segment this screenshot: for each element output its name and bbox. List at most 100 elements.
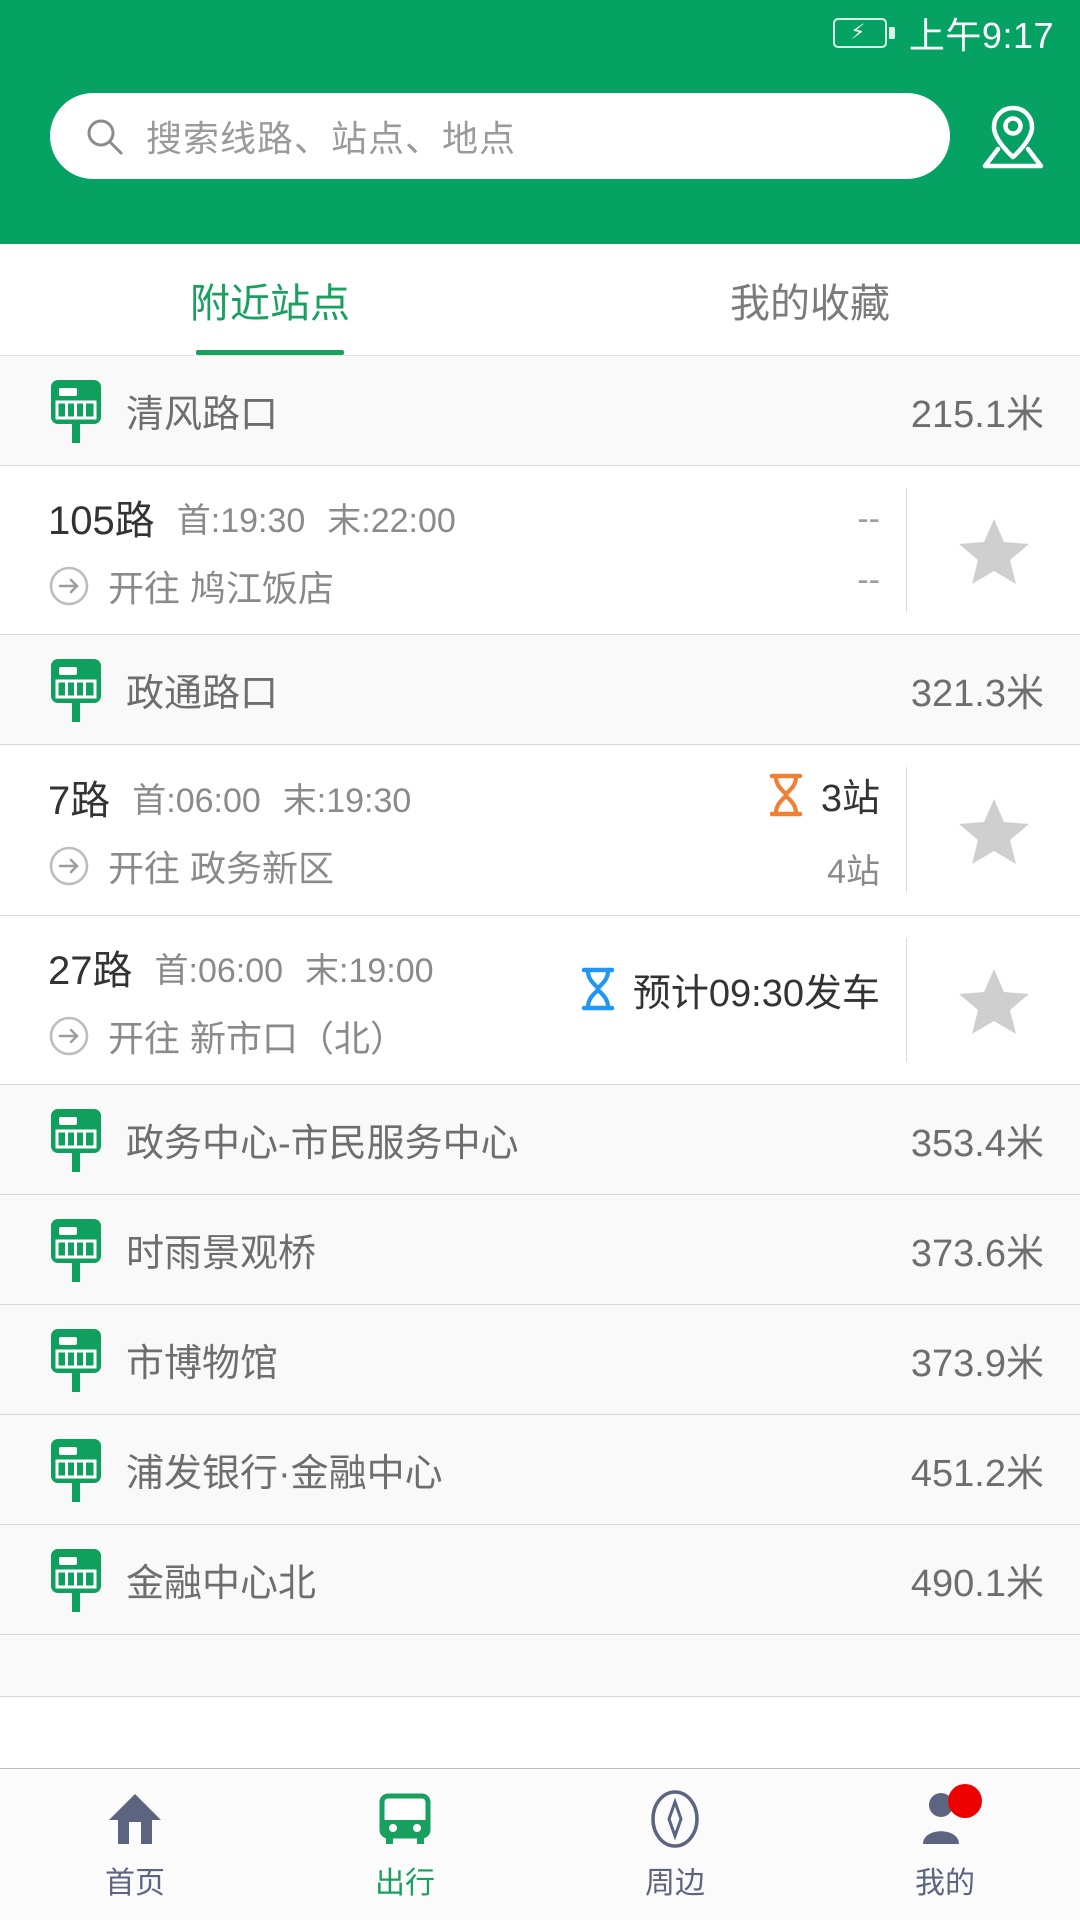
station-name: 浦发银行·金融中心 [126, 1453, 443, 1495]
arrow-circle-right-icon [48, 1015, 90, 1057]
tab-nearby-stations[interactable]: 附近站点 [0, 244, 540, 355]
bus-stop-icon [48, 1327, 104, 1393]
station-name: 清风路口 [126, 394, 279, 436]
route-header: 27路 首:06:00 末:19:00 [48, 938, 614, 996]
station-row[interactable]: 清风路口 215.1米 [0, 356, 1080, 466]
hourglass-icon [767, 772, 805, 818]
route-destination-label: 开往 鸠江饭店 [108, 568, 335, 609]
route-number: 27路 [48, 949, 133, 993]
route-destination: 开往 新市口（北） [48, 1010, 614, 1062]
status-bar-clock: 上午9:17 [908, 15, 1054, 56]
search-placeholder: 搜索线路、站点、地点 [146, 118, 517, 159]
star-icon [956, 514, 1032, 586]
search-input[interactable]: 搜索线路、站点、地点 [50, 93, 950, 179]
station-row[interactable]: 时雨景观桥 373.6米 [0, 1195, 1080, 1305]
route-status-secondary-text: -- [857, 561, 880, 599]
search-icon [84, 116, 124, 156]
nav-item-travel-label: 出行 [375, 1866, 435, 1900]
star-icon [956, 964, 1032, 1036]
app-header: ⚡ 上午9:17 搜索线路、站点、地点 [0, 0, 1080, 244]
nearby-list[interactable]: 清风路口 215.1米 105路 首:19:30 末:22:00 开往 鸠江饭店 … [0, 356, 1080, 1768]
route-destination-label: 开往 政务新区 [108, 848, 335, 889]
station-distance: 490.1米 [910, 1563, 1044, 1605]
person-icon [914, 1783, 982, 1850]
nav-item-profile-label: 我的 [915, 1866, 975, 1900]
route-main: 105路 首:19:30 末:22:00 开往 鸠江饭店 [0, 488, 614, 612]
station-name: 市博物馆 [126, 1343, 279, 1385]
station-name: 政务中心-市民服务中心 [126, 1123, 519, 1165]
route-status: -- -- [614, 488, 906, 612]
favorite-button[interactable] [906, 938, 1080, 1062]
bottom-nav: 首页 出行 周边 我的 [0, 1768, 1080, 1920]
route-status-primary: 3站 [767, 767, 880, 822]
station-name: 政通路口 [126, 673, 279, 715]
bus-stop-icon [48, 657, 104, 723]
route-header: 105路 首:19:30 末:22:00 [48, 488, 614, 546]
route-row[interactable]: 105路 首:19:30 末:22:00 开往 鸠江饭店 -- -- [0, 466, 1080, 635]
battery-charging-icon: ⚡ [832, 18, 895, 48]
route-status-primary: 预计09:30发车 [579, 962, 880, 1017]
route-status-secondary-text: 4站 [827, 853, 880, 891]
route-first-time: 首:06:00 [132, 781, 261, 820]
station-row[interactable]: 政通路口 321.3米 [0, 635, 1080, 745]
station-row[interactable]: 浦发银行·金融中心 451.2米 [0, 1415, 1080, 1525]
route-row[interactable]: 27路 首:06:00 末:19:00 开往 新市口（北） 预计09:30发车 [0, 916, 1080, 1085]
tab-my-favorites[interactable]: 我的收藏 [540, 244, 1080, 355]
nav-item-home[interactable]: 首页 [0, 1769, 270, 1920]
bus-stop-icon [48, 1547, 104, 1613]
station-name: 金融中心北 [126, 1563, 317, 1605]
route-main: 27路 首:06:00 末:19:00 开往 新市口（北） [0, 938, 614, 1062]
station-name: 时雨景观桥 [126, 1233, 317, 1275]
route-destination: 开往 鸠江饭店 [48, 560, 614, 612]
station-row[interactable]: 金融中心北 490.1米 [0, 1525, 1080, 1635]
nav-item-home-label: 首页 [105, 1866, 165, 1900]
tab-nearby-stations-label: 附近站点 [190, 281, 350, 326]
favorite-button[interactable] [906, 767, 1080, 893]
station-row[interactable]: 政务中心-市民服务中心 353.4米 [0, 1085, 1080, 1195]
map-pin-icon[interactable] [970, 93, 1056, 179]
route-row[interactable]: 7路 首:06:00 末:19:30 开往 政务新区 3站 4站 [0, 745, 1080, 916]
nav-item-travel[interactable]: 出行 [270, 1769, 540, 1920]
route-first-time: 首:06:00 [154, 951, 284, 990]
route-status: 预计09:30发车 [581, 938, 906, 1062]
route-destination-label: 开往 新市口（北） [108, 1018, 407, 1059]
station-distance: 353.4米 [910, 1123, 1044, 1165]
route-destination: 开往 政务新区 [48, 840, 614, 892]
notification-badge [948, 1783, 982, 1818]
nav-item-profile[interactable]: 我的 [810, 1769, 1080, 1920]
app-root: ⚡ 上午9:17 搜索线路、站点、地点 附近站点 我的收藏 清风路口 215.1… [0, 0, 1080, 1920]
route-status-primary: -- [857, 500, 880, 539]
bus-stop-icon [48, 1217, 104, 1283]
station-distance: 321.3米 [910, 673, 1044, 715]
tab-my-favorites-label: 我的收藏 [730, 281, 890, 326]
list-tail [0, 1635, 1080, 1697]
route-header: 7路 首:06:00 末:19:30 [48, 768, 614, 826]
route-status: 3站 4站 [614, 767, 906, 893]
nav-item-nearby-label: 周边 [645, 1866, 705, 1900]
status-bar: ⚡ 上午9:17 [0, 0, 1080, 66]
bus-stop-icon [48, 378, 104, 444]
home-icon [104, 1788, 166, 1850]
route-number: 7路 [48, 779, 111, 823]
bus-stop-icon [48, 1437, 104, 1503]
route-last-time: 末:22:00 [327, 501, 456, 540]
hourglass-icon [579, 966, 617, 1012]
route-status-primary-text: 3站 [820, 778, 880, 820]
station-distance: 373.9米 [910, 1343, 1044, 1385]
compass-icon [644, 1788, 706, 1850]
route-last-time: 末:19:00 [305, 951, 434, 990]
bus-icon [374, 1788, 436, 1850]
star-icon [956, 794, 1032, 866]
route-last-time: 末:19:30 [282, 781, 412, 820]
nav-item-nearby[interactable]: 周边 [540, 1769, 810, 1920]
station-distance: 373.6米 [910, 1233, 1044, 1275]
route-main: 7路 首:06:00 末:19:30 开往 政务新区 [0, 767, 614, 893]
arrow-circle-right-icon [48, 565, 90, 607]
station-distance: 215.1米 [910, 394, 1044, 436]
route-number: 105路 [48, 499, 155, 543]
bus-stop-icon [48, 1107, 104, 1173]
route-status-primary-text: 预计09:30发车 [632, 972, 880, 1015]
arrow-circle-right-icon [48, 845, 90, 887]
favorite-button[interactable] [906, 488, 1080, 612]
station-row[interactable]: 市博物馆 373.9米 [0, 1305, 1080, 1415]
